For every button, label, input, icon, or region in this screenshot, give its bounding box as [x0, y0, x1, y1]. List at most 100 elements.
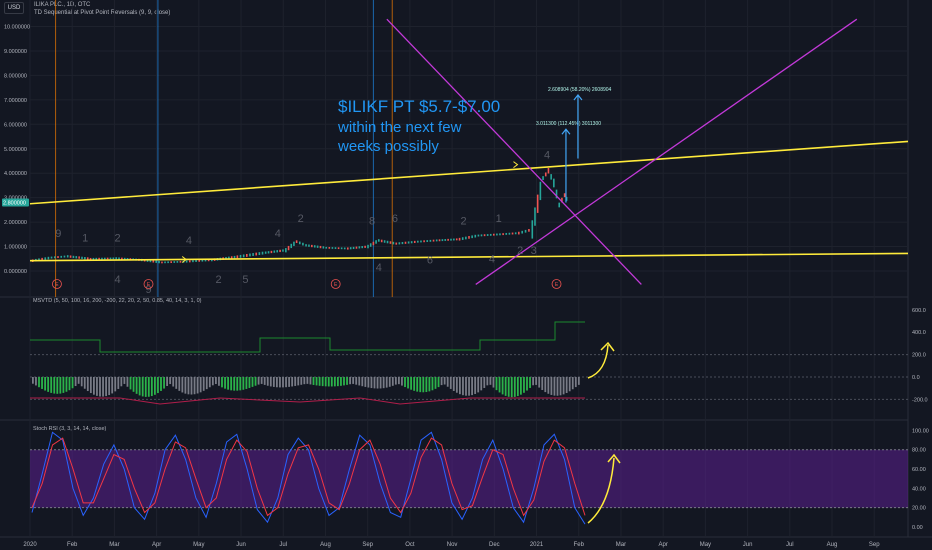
msvtd-bar: [215, 377, 217, 385]
price-candle: [474, 234, 477, 238]
msvtd-bar: [178, 377, 181, 391]
td-count-label: 2: [215, 274, 221, 286]
msvtd-bar: [565, 377, 568, 394]
price-candle: [539, 181, 542, 201]
msvtd-bar: [300, 377, 303, 385]
trendline-upper: [29, 140, 909, 205]
msvtd-bar: [102, 377, 104, 397]
msvtd-bar: [120, 377, 123, 387]
msvtd-bar: [568, 377, 571, 392]
price-candle: [340, 247, 343, 250]
price-candle: [480, 234, 483, 237]
price-candle: [383, 240, 386, 243]
msvtd-bar: [44, 377, 46, 391]
price-candle: [106, 257, 109, 260]
price-candle: [242, 254, 245, 258]
msvtd-bar: [355, 377, 358, 385]
msvtd-bar: [257, 377, 260, 385]
price-candle: [468, 236, 470, 239]
price-candle: [98, 257, 100, 260]
price-tick-label: 6.000000: [4, 122, 27, 128]
msvtd-bar: [135, 377, 138, 394]
price-candle: [377, 239, 380, 242]
msvtd-bar: [556, 377, 559, 396]
msvtd-bar: [547, 377, 550, 394]
price-candle: [249, 253, 251, 257]
msvtd-bar: [184, 377, 187, 394]
msvtd-bar: [266, 377, 269, 386]
price-candle: [89, 257, 92, 260]
stoch-tick-label: 20.00: [912, 506, 926, 512]
msvtd-bar: [349, 377, 351, 385]
msvtd-bar: [59, 377, 62, 394]
price-candle: [441, 239, 444, 242]
msvtd-bar: [333, 377, 336, 387]
time-tick-label: 2021: [530, 542, 544, 548]
price-candle: [258, 252, 261, 256]
msvtd-bar: [160, 377, 162, 391]
price-candle: [167, 261, 169, 264]
price-candle: [75, 256, 78, 259]
earnings-marker-label: E: [334, 282, 338, 288]
msvtd-pane[interactable]: MSVTD (5, 50, 100, 16, 200, -200, 22, 20…: [30, 298, 908, 405]
price-candle: [63, 255, 66, 258]
price-candle: [450, 238, 452, 241]
msvtd-bar: [117, 377, 120, 389]
msvtd-bar: [465, 377, 467, 396]
price-candle: [369, 243, 372, 247]
price-candle: [60, 255, 63, 258]
price-candle: [505, 232, 508, 235]
td-count-label: 4: [186, 235, 192, 247]
msvtd-bar: [516, 377, 519, 397]
price-candle: [290, 243, 293, 249]
price-candle: [109, 257, 112, 260]
price-candle: [69, 255, 72, 258]
time-tick-label: Apr: [659, 542, 668, 548]
projection-label: 2.608904 (58.20%) 2608904: [548, 87, 612, 93]
msvtd-bar: [166, 377, 168, 387]
msvtd-bar: [538, 377, 541, 388]
td-count-label: 4: [544, 150, 550, 162]
price-candle: [420, 240, 422, 243]
msvtd-bar: [373, 377, 376, 389]
stoch-rsi-pane[interactable]: Stoch RSI (3, 3, 14, 14, close): [30, 426, 908, 525]
msvtd-bar: [227, 377, 229, 390]
msvtd-bar: [285, 377, 287, 388]
price-candle: [429, 239, 432, 242]
msvtd-title: MSVTD (5, 50, 100, 16, 200, -200, 22, 20…: [33, 298, 202, 304]
msvtd-bar: [157, 377, 159, 394]
msvtd-bar: [462, 377, 464, 396]
price-candle: [514, 232, 517, 235]
price-candle: [57, 256, 59, 259]
price-candle: [563, 193, 566, 198]
price-candle: [386, 240, 389, 244]
msvtd-bar: [187, 377, 190, 395]
msvtd-bar: [364, 377, 367, 387]
msvtd-bar: [132, 377, 135, 392]
price-candle: [423, 240, 425, 243]
td-count-label: 6: [427, 255, 433, 267]
msvtd-bar: [303, 377, 306, 385]
stoch-tick-label: 100.00: [912, 428, 929, 434]
msvtd-bar: [208, 377, 211, 388]
price-candle: [524, 229, 527, 233]
stoch-title: Stoch RSI (3, 3, 14, 14, close): [33, 426, 107, 432]
trendline-lower: [29, 252, 909, 262]
price-candle: [252, 253, 254, 256]
price-candle: [372, 241, 375, 246]
price-candle: [255, 252, 258, 256]
msvtd-bar: [175, 377, 178, 389]
price-candle: [66, 255, 69, 258]
msvtd-bar: [62, 377, 65, 393]
price-candle: [295, 240, 298, 244]
msvtd-bar: [294, 377, 297, 386]
msvtd-bar: [419, 377, 422, 393]
chart-canvas[interactable]: 9 1 24942 542 8 6426142 34E E E E3.011300 (112.45…: [0, 0, 932, 550]
msvtd-bar: [553, 377, 556, 396]
msvtd-bar: [577, 377, 580, 385]
price-candle: [239, 254, 242, 258]
price-candle: [544, 172, 547, 177]
msvtd-bar: [544, 377, 547, 393]
price-candle: [92, 257, 95, 260]
price-candle: [47, 256, 50, 260]
